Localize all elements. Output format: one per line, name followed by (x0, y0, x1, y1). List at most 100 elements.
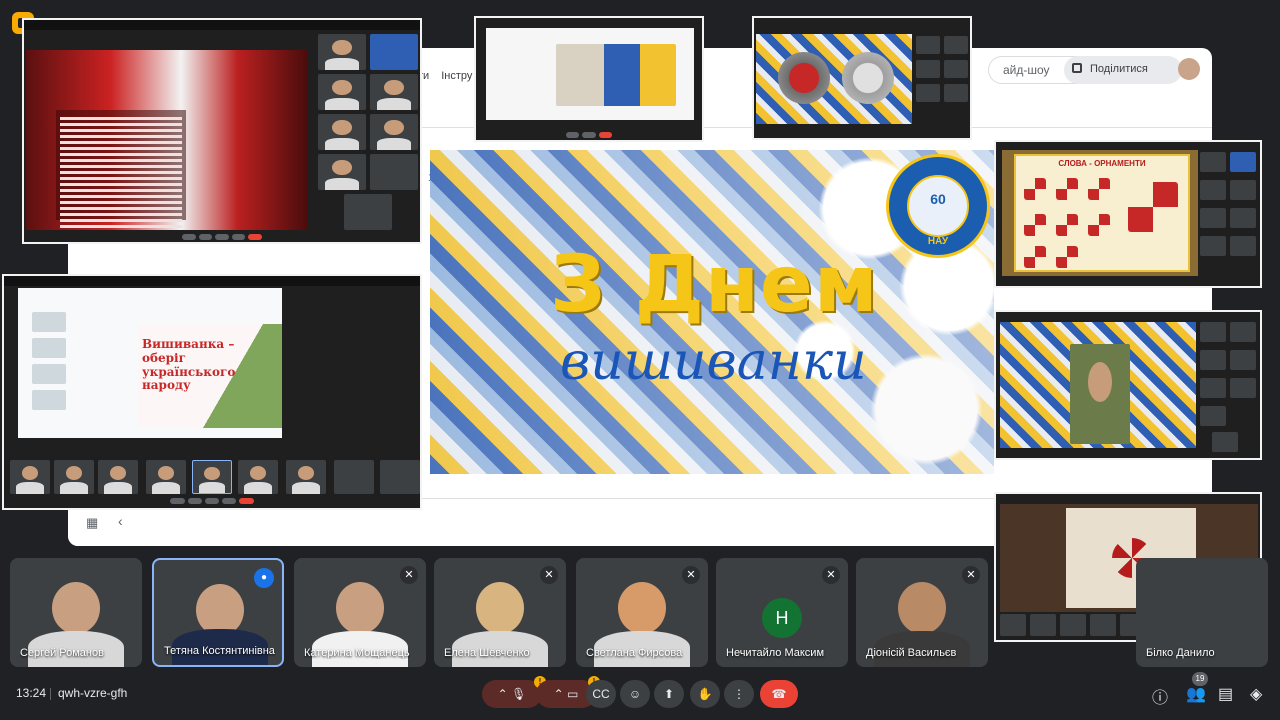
camera-off-icon: ▭ (567, 687, 579, 701)
mic-off-icon: ✕ (962, 566, 980, 584)
chevron-left-icon[interactable]: ‹ (118, 513, 123, 529)
lock-icon (1072, 63, 1082, 73)
raise-hand-button[interactable]: ✋ (690, 680, 720, 708)
mic-off-icon: ✕ (540, 566, 558, 584)
participant-name: Елена Шевченко (444, 647, 530, 659)
divider (50, 688, 51, 700)
mini-tile (192, 460, 232, 494)
mini-tile (1200, 152, 1226, 172)
mini-tile (1000, 614, 1026, 636)
mini-tile (1200, 236, 1226, 256)
logo-caption: НАУ (927, 236, 949, 247)
end-call-icon: ☎ (771, 687, 787, 701)
participant-tile[interactable]: Н ✕ Нечитайло Максим (716, 558, 848, 667)
mini-tile (1200, 406, 1226, 426)
mini-tile (318, 114, 366, 150)
participant-video (898, 582, 946, 634)
activities-icon[interactable]: ◈ (1250, 684, 1262, 704)
screenshot-soldier-slide (994, 310, 1262, 460)
mini-tile (1230, 208, 1256, 228)
mini-tile (944, 84, 968, 102)
presentation-slide: З Днем вишиванки 60 НАУ (430, 150, 994, 474)
mini-tile (1200, 378, 1226, 398)
chevron-up-icon[interactable]: ⌃ (554, 687, 564, 701)
participant-tile[interactable]: ✕ Діонісій Васильєв (856, 558, 988, 667)
mini-tile (1090, 614, 1116, 636)
mini-tile (380, 460, 420, 494)
account-avatar[interactable] (1178, 58, 1200, 80)
thumbnail (32, 364, 66, 384)
meeting-code: qwh-vzre-gfh (58, 686, 128, 700)
mini-tile (318, 154, 366, 190)
mini-tile (370, 114, 418, 150)
captions-button[interactable]: CC (586, 680, 616, 708)
portrait-card (556, 44, 676, 106)
captions-icon: CC (592, 687, 610, 701)
participant-video (336, 582, 384, 634)
meeting-time: 13:24 (16, 686, 47, 700)
screenshot-slide: СЛОВА - ОРНАМЕНТИ (1002, 150, 1198, 276)
mini-tile (916, 36, 940, 54)
mini-tile (916, 60, 940, 78)
participant-tile[interactable]: ✕ Елена Шевченко (434, 558, 566, 667)
mic-off-icon: 🎙 (511, 687, 527, 701)
share-button[interactable]: Поділитися (1064, 56, 1182, 84)
screenshot-editor: Вишиванка – оберіг українського народу (18, 288, 282, 438)
mini-tile (146, 460, 186, 494)
mini-tile (944, 36, 968, 54)
screenshot-ornament-words-slide: СЛОВА - ОРНАМЕНТИ (994, 140, 1262, 288)
mini-tile (370, 34, 418, 70)
participant-name: Діонісій Васильєв (866, 647, 957, 659)
college-logo: 60 НАУ (886, 154, 990, 258)
mini-tile (10, 460, 50, 494)
participant-name: Сергей Романов (20, 647, 104, 659)
mini-tile (1230, 180, 1256, 200)
thumbnail (32, 312, 66, 332)
grid-view-icon[interactable]: ▦ (86, 515, 98, 531)
participant-video (52, 582, 100, 634)
slide-title: З Днем (550, 240, 879, 330)
mini-controls (170, 498, 254, 504)
present-icon: ⬆ (663, 687, 675, 701)
vyshyvanka-slide: Вишиванка – оберіг українського народу (138, 324, 282, 428)
end-call-button[interactable]: ☎ (760, 680, 798, 708)
thumbnail (32, 390, 66, 410)
speaking-indicator-icon: ● (254, 568, 274, 588)
participant-tile[interactable]: ● Тетяна Костянтинівна ... (152, 558, 284, 667)
participant-tile[interactable]: Білко Данило (1136, 558, 1268, 667)
participant-video (618, 582, 666, 634)
chevron-up-icon[interactable]: ⌃ (498, 687, 508, 701)
mic-off-icon: ✕ (682, 566, 700, 584)
poster-title: СЛОВА - ОРНАМЕНТИ (1058, 159, 1146, 168)
mini-tile (1200, 180, 1226, 200)
chat-icon[interactable]: ▤ (1218, 684, 1233, 704)
slide-text-block (56, 110, 186, 228)
mini-tile (54, 460, 94, 494)
mini-tile (1200, 208, 1226, 228)
logo-number: 60 (907, 175, 969, 237)
vyshyvanka-slide-text: Вишиванка – оберіг українського народу (142, 337, 236, 393)
more-options-button[interactable]: ⋮ (724, 680, 754, 708)
people-icon[interactable]: 👥 (1186, 684, 1206, 704)
screenshot-embroidery-slide (22, 18, 422, 244)
menu-item-tools[interactable]: Інстру (441, 70, 472, 82)
more-options-icon: ⋮ (733, 687, 745, 701)
participant-name: Нечитайло Максим (726, 647, 825, 659)
mini-tile (286, 460, 326, 494)
raise-hand-icon: ✋ (697, 687, 713, 701)
mini-tile (344, 194, 392, 230)
mini-controls (566, 132, 612, 138)
mini-controls (182, 234, 262, 240)
screenshot-slide (26, 50, 308, 230)
participant-tile[interactable]: Сергей Романов (10, 558, 142, 667)
participant-tile[interactable]: ✕ Светлана Фирсова (576, 558, 708, 667)
microphone-button[interactable]: ⌃ 🎙 ! (482, 676, 546, 708)
info-icon[interactable]: ⓘ (1152, 684, 1168, 708)
mic-off-icon: ✕ (400, 566, 418, 584)
mini-tile (318, 34, 366, 70)
emoji-button[interactable]: ☺ (620, 680, 650, 708)
present-button[interactable]: ⬆ (654, 680, 684, 708)
participant-tile[interactable]: ✕ Катерина Мощанець (294, 558, 426, 667)
participant-count-badge: 19 (1192, 672, 1208, 686)
mini-tile (370, 74, 418, 110)
